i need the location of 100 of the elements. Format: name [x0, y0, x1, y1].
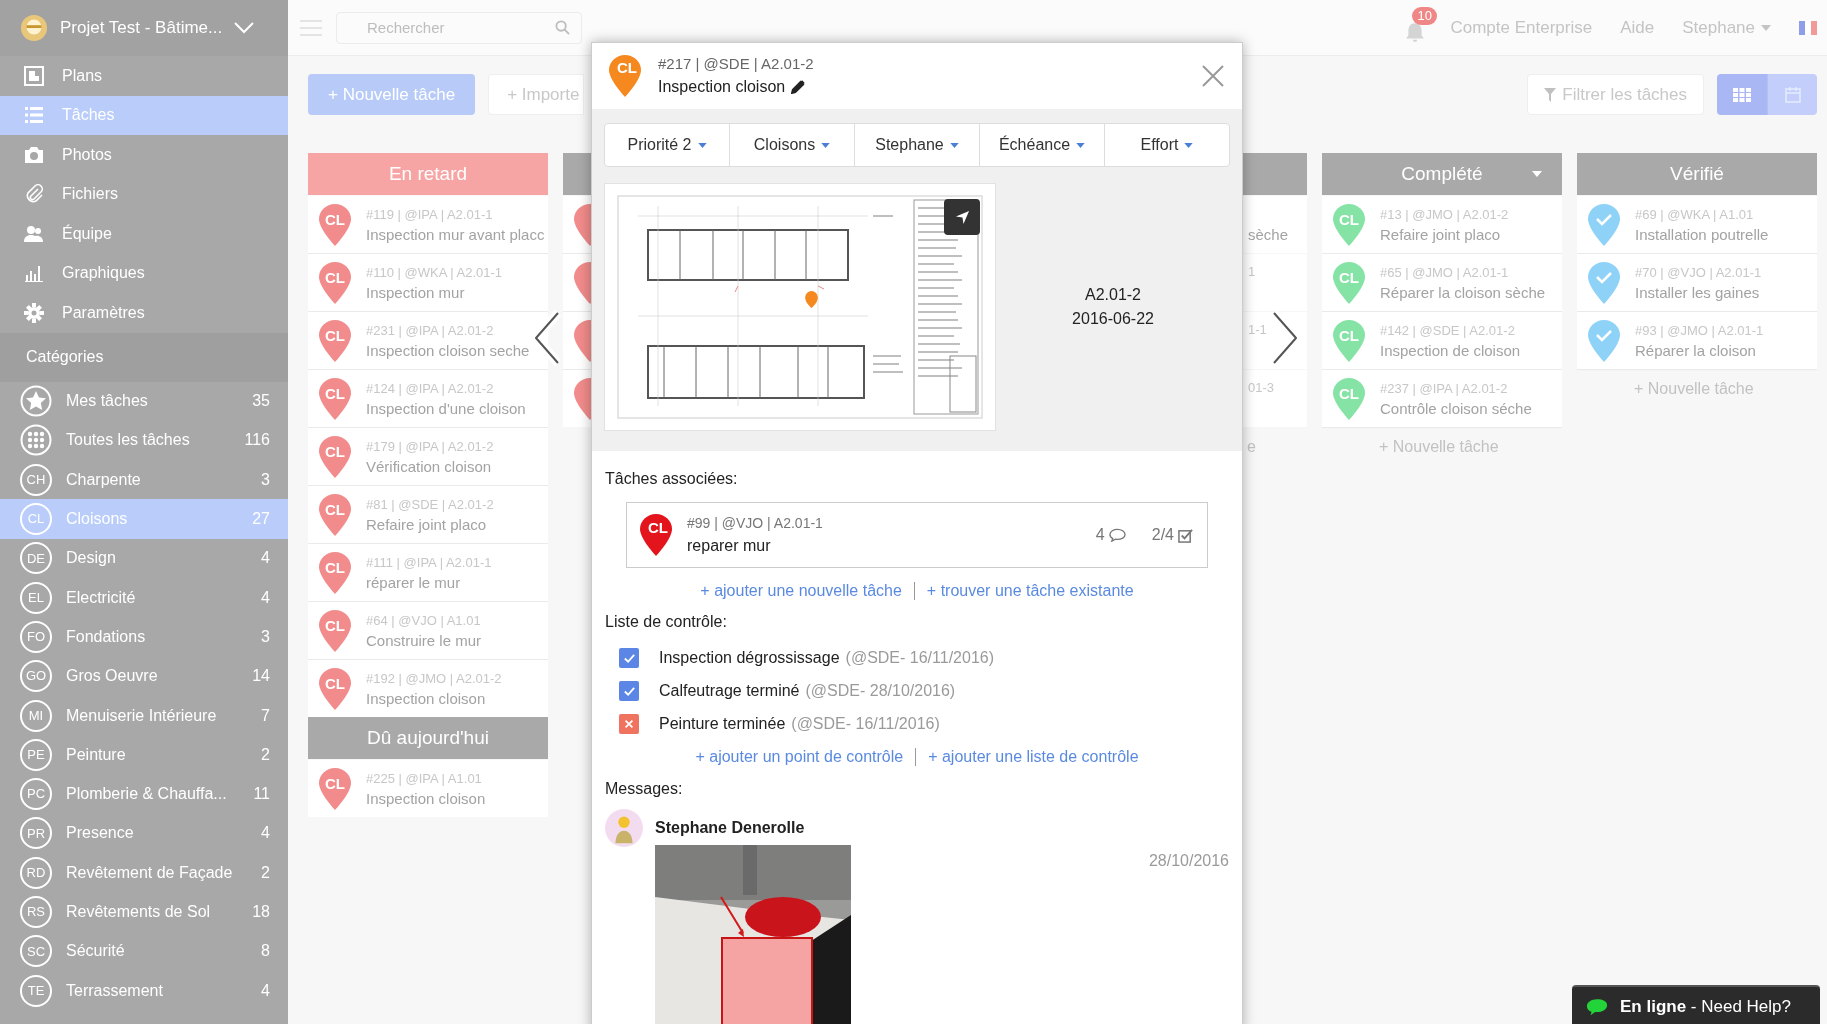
search-icon[interactable]: [555, 19, 570, 35]
view-toggle[interactable]: [1717, 74, 1767, 115]
category-item[interactable]: CH Charpente 3: [0, 460, 288, 500]
dropdown-button[interactable]: Échéance: [979, 124, 1104, 166]
count: 4: [261, 548, 270, 569]
category-badge: PC: [20, 778, 52, 811]
locate-button[interactable]: [944, 199, 980, 235]
message-date: 28/10/2016: [1148, 851, 1229, 871]
action-link[interactable]: + ajouter un point de contrôle: [695, 745, 904, 769]
category-item[interactable]: MI Menuiserie Intérieure 7: [0, 695, 288, 736]
count: 116: [244, 430, 270, 451]
category-item[interactable]: PE Peinture 2: [0, 735, 288, 775]
chevron-down-icon[interactable]: [234, 22, 255, 34]
category-label: Mes tâches: [66, 391, 149, 412]
flag-icon[interactable]: [1799, 20, 1817, 35]
list-icon: [24, 105, 44, 126]
search-field[interactable]: Rechercher: [336, 11, 582, 44]
cross-icon: [623, 718, 635, 730]
close-icon[interactable]: [1202, 65, 1224, 87]
related-task-card[interactable]: CL #99 | @VJO | A2.01-1 reparer mur 4 2/4: [626, 502, 1208, 568]
category-item[interactable]: TE Terrassement 4: [0, 970, 288, 1011]
action-link[interactable]: + trouver une tâche existante: [926, 579, 1134, 603]
view-toggle[interactable]: [1767, 74, 1817, 115]
nav-item[interactable]: Plans: [0, 56, 288, 96]
task-card[interactable]: CL #64 | @VJO | A1.01 Construire le mur: [308, 602, 548, 659]
category-badge: FO: [20, 620, 52, 653]
dropdown-button[interactable]: Stephane: [854, 124, 979, 166]
task-title: Inspection cloison: [366, 688, 487, 709]
task-meta: 1-1: [1248, 320, 1267, 339]
dropdown-button[interactable]: Priorité 2: [605, 124, 729, 166]
dropdown-button[interactable]: Cloisons: [729, 124, 854, 166]
category-item[interactable]: CL Cloisons 27: [0, 499, 288, 539]
category-item[interactable]: DE Design 4: [0, 538, 288, 578]
task-card[interactable]: CL #124 | @IPA | A2.01-2 Inspection d'une cloison: [308, 370, 548, 427]
task-card[interactable]: [563, 196, 593, 253]
checkbox-icon: [1178, 527, 1193, 543]
task-card[interactable]: CL #65 | @JMO | A2.01-1 Réparer la cloison sèche: [1322, 254, 1562, 311]
checklist-info: (@SDE- 16/11/2016): [791, 714, 940, 734]
action-link[interactable]: + ajouter une liste de contrôle: [928, 745, 1139, 769]
category-pin: CL: [1332, 260, 1366, 305]
comment-count: 4: [1095, 525, 1105, 545]
category-item[interactable]: Toutes les tâches 116: [0, 420, 288, 461]
task-card[interactable]: [563, 312, 593, 369]
category-label: Menuiserie Intérieure: [66, 705, 218, 726]
nav-item[interactable]: Équipe: [0, 214, 288, 254]
checklist-label: Peinture terminée: [659, 714, 786, 734]
dropdown-button[interactable]: Effort: [1104, 124, 1229, 166]
nav-item[interactable]: Paramètres: [0, 293, 288, 333]
nav-item[interactable]: Fichiers: [0, 174, 288, 214]
category-item[interactable]: Mes tâches 35: [0, 381, 288, 421]
task-title: Construire le mur: [366, 630, 482, 651]
camera-icon: [24, 144, 44, 165]
failed-status-box[interactable]: [619, 714, 639, 734]
category-item[interactable]: SC Sécurité 8: [0, 931, 288, 971]
task-card[interactable]: #93 | @JMO | A2.01-1 Réparer la cloison: [1577, 312, 1817, 369]
done-status-box[interactable]: [619, 648, 639, 668]
task-card[interactable]: CL #192 | @JMO | A2.01-2 Inspection cloison: [308, 660, 548, 717]
category-item[interactable]: EL Electricité 4: [0, 578, 288, 618]
task-card[interactable]: CL #81 | @SDE | A2.01-2 Refaire joint placo: [308, 486, 548, 543]
paperclip-icon: [24, 184, 44, 205]
task-card[interactable]: CL #231 | @IPA | A2.01-2 Inspection cloison seche: [308, 312, 548, 369]
task-title: Refaire joint placo: [366, 514, 488, 535]
task-card[interactable]: [563, 254, 593, 311]
nav-item[interactable]: Graphiques: [0, 253, 288, 293]
task-title: Installer les gaines: [1635, 282, 1761, 303]
task-card[interactable]: CL #111 | @IPA | A2.01-1 réparer le mur: [308, 544, 548, 601]
category-item[interactable]: FO Fondations 3: [0, 617, 288, 657]
task-card[interactable]: CL #237 | @IPA | A2.01-2 Contrôle cloison séche: [1322, 370, 1562, 427]
task-card[interactable]: CL #110 | @WKA | A2.01-1 Inspection mur: [308, 254, 548, 311]
section-heading: Liste de contrôle:: [605, 612, 728, 632]
category-badge: GO: [20, 660, 52, 693]
task-title: Vérification cloison: [366, 456, 493, 477]
grid-dots-icon: [20, 424, 52, 457]
action-link[interactable]: + ajouter une nouvelle tâche: [700, 579, 902, 603]
bell-icon[interactable]: [1404, 20, 1427, 43]
category-item[interactable]: RS Revêtements de Sol 18: [0, 892, 288, 932]
category-pin: CL: [318, 434, 352, 479]
caret-icon: [1184, 142, 1194, 148]
task-card[interactable]: CL #142 | @SDE | A2.01-2 Inspection de cloison: [1322, 312, 1562, 369]
nav-item[interactable]: Photos: [0, 135, 288, 175]
task-card[interactable]: [563, 370, 593, 427]
pencil-icon[interactable]: [791, 80, 806, 94]
caret-icon[interactable]: [1532, 171, 1542, 177]
people-icon: [24, 223, 44, 244]
chat-button[interactable]: En ligne - Need Help?: [1572, 985, 1820, 1024]
category-item[interactable]: GO Gros Oeuvre 14: [0, 656, 288, 696]
task-card[interactable]: CL #225 | @IPA | A1.01 Inspection cloison: [308, 760, 548, 817]
task-meta: #217 | @SDE | A2.01-2: [658, 54, 815, 74]
task-card[interactable]: CL #179 | @IPA | A2.01-2 Vérification cloison: [308, 428, 548, 485]
category-item[interactable]: RD Revêtement de Façade 2: [0, 853, 288, 893]
category-item[interactable]: PC Plomberie & Chauffa... 11: [0, 774, 288, 814]
task-card[interactable]: CL #119 | @IPA | A2.01-1 Inspection mur avant placc: [308, 196, 548, 253]
task-title: Inspection de cloison: [1380, 340, 1521, 361]
task-card[interactable]: #69 | @WKA | A1.01 Installation poutrelle: [1577, 196, 1817, 253]
category-item[interactable]: PR Presence 4: [0, 813, 288, 854]
task-card[interactable]: CL #13 | @JMO | A2.01-2 Refaire joint placo: [1322, 196, 1562, 253]
new-task-button[interactable]: + Nouvelle tâche: [308, 74, 476, 115]
nav-item[interactable]: Tâches: [0, 95, 288, 135]
done-status-box[interactable]: [619, 681, 639, 701]
task-card[interactable]: #70 | @VJO | A2.01-1 Installer les gaines: [1577, 254, 1817, 311]
